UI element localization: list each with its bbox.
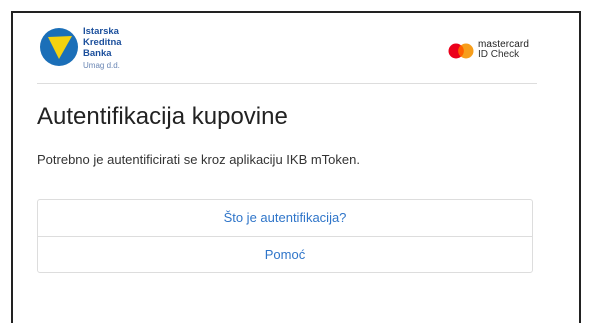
bank-name-line: Istarska xyxy=(83,26,119,37)
card-program: ID Check xyxy=(478,49,520,60)
bank-name-line: Kreditna xyxy=(83,37,122,48)
help-links: Što je autentifikacija? Pomoć xyxy=(37,199,533,273)
id-check-label: mastercard ID Check xyxy=(478,40,529,60)
bank-name-line: Banka xyxy=(83,48,112,59)
header: Istarska Kreditna Banka Umag d.d. master… xyxy=(37,13,537,84)
bank-name: Istarska Kreditna Banka Umag d.d. xyxy=(83,26,122,71)
bank-location: Umag d.d. xyxy=(83,61,120,70)
page-title: Autentifikacija kupovine xyxy=(37,103,288,130)
what-is-authentication-link[interactable]: Što je autentifikacija? xyxy=(38,200,532,236)
auth-message: Potrebno je autentificirati se kroz apli… xyxy=(37,152,360,167)
mastercard-logo-icon xyxy=(448,43,474,59)
bank-logo-icon xyxy=(40,28,78,66)
auth-dialog: Istarska Kreditna Banka Umag d.d. master… xyxy=(11,11,581,323)
help-link[interactable]: Pomoć xyxy=(38,236,532,273)
